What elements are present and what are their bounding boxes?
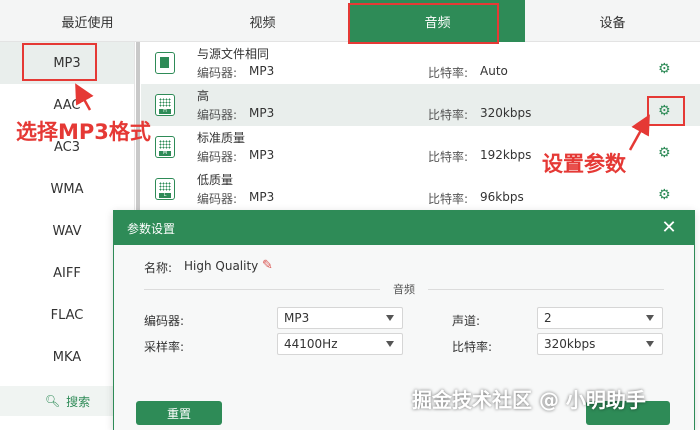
bitrate-value: 320kbps xyxy=(480,106,532,120)
search-icon: 🔍︎ xyxy=(44,394,61,408)
gear-icon[interactable]: ⚙︎ xyxy=(658,104,672,118)
chevron-down-icon xyxy=(386,341,394,347)
gear-icon[interactable]: ⚙︎ xyxy=(658,146,672,160)
encoder-value: MP3 xyxy=(284,311,310,325)
dialog-title: 参数设置 xyxy=(127,221,176,236)
section-title: 音频 xyxy=(393,283,415,296)
annotation-set-params: 设置参数 xyxy=(542,152,626,176)
encoder-label: 编码器: xyxy=(144,314,185,328)
format-item-wma[interactable]: WMA xyxy=(0,168,134,210)
samplerate-label: 采样率: xyxy=(144,340,185,354)
quality-name: 与源文件相同 xyxy=(197,47,270,61)
standard-quality-icon: M xyxy=(155,136,175,158)
annotation-choose-mp3: 选择MP3格式 xyxy=(16,120,151,144)
reset-button[interactable]: 重置 xyxy=(136,401,222,425)
tab-recent[interactable]: 最近使用 xyxy=(0,0,175,42)
high-quality-icon: H xyxy=(155,94,175,116)
samplerate-select[interactable]: 44100Hz xyxy=(277,333,403,355)
codec-label: 编码器: xyxy=(197,108,238,122)
gear-icon[interactable]: ⚙︎ xyxy=(658,62,672,76)
bitrate-value: 96kbps xyxy=(480,190,524,204)
codec-label: 编码器: xyxy=(197,192,238,206)
same-as-source-icon xyxy=(155,52,175,74)
quality-name: 高 xyxy=(197,89,210,103)
edit-pencil-icon[interactable]: ✎︎ xyxy=(262,258,273,273)
bitrate-label: 比特率: xyxy=(428,192,469,206)
dialog-header: 参数设置 ✕ xyxy=(114,211,694,245)
quality-name: 低质量 xyxy=(197,173,234,187)
bitrate-select[interactable]: 320kbps xyxy=(537,333,663,355)
bitrate-label: 比特率: xyxy=(428,108,469,122)
search-label: 搜索 xyxy=(66,394,91,409)
channel-value: 2 xyxy=(544,311,552,325)
chevron-down-icon xyxy=(646,341,654,347)
codec-value: MP3 xyxy=(249,106,275,120)
quality-row-same-as-source[interactable]: 与源文件相同 编码器: MP3 比特率: Auto ⚙︎ xyxy=(141,42,700,84)
watermark: 掘金技术社区 @ 小明助手 xyxy=(412,388,646,412)
bitrate-value: 320kbps xyxy=(544,337,596,351)
channel-label: 声道: xyxy=(452,314,481,328)
quality-row-high[interactable]: H 高 编码器: MP3 比特率: 320kbps ⚙︎ xyxy=(141,84,700,126)
codec-label: 编码器: xyxy=(197,150,238,164)
tab-video[interactable]: 视频 xyxy=(175,0,350,42)
encoder-select[interactable]: MP3 xyxy=(277,307,403,329)
channel-select[interactable]: 2 xyxy=(537,307,663,329)
bitrate-value: Auto xyxy=(480,64,508,78)
bitrate-value: 192kbps xyxy=(480,148,532,162)
bitrate-label: 比特率: xyxy=(428,66,469,80)
codec-value: MP3 xyxy=(249,190,275,204)
gear-icon[interactable]: ⚙︎ xyxy=(658,188,672,202)
low-quality-icon: L xyxy=(155,178,175,200)
codec-label: 编码器: xyxy=(197,66,238,80)
audio-section-divider: 音频 xyxy=(144,281,664,297)
bitrate-label: 比特率: xyxy=(428,150,469,164)
format-item-mp3[interactable]: MP3 xyxy=(0,42,134,84)
quality-list: 与源文件相同 编码器: MP3 比特率: Auto ⚙︎ H 高 编码器: MP… xyxy=(141,42,700,212)
bitrate-label: 比特率: xyxy=(452,340,493,354)
samplerate-value: 44100Hz xyxy=(284,337,338,351)
quality-name: 标准质量 xyxy=(197,131,246,145)
chevron-down-icon xyxy=(646,315,654,321)
name-value: High Quality xyxy=(184,259,259,273)
name-label: 名称: xyxy=(144,261,173,275)
format-tabbar: 最近使用 视频 音频 设备 xyxy=(0,0,700,42)
tab-device[interactable]: 设备 xyxy=(525,0,700,42)
close-icon[interactable]: ✕ xyxy=(660,219,678,237)
codec-value: MP3 xyxy=(249,64,275,78)
tab-audio[interactable]: 音频 xyxy=(350,0,525,42)
chevron-down-icon xyxy=(386,315,394,321)
codec-value: MP3 xyxy=(249,148,275,162)
